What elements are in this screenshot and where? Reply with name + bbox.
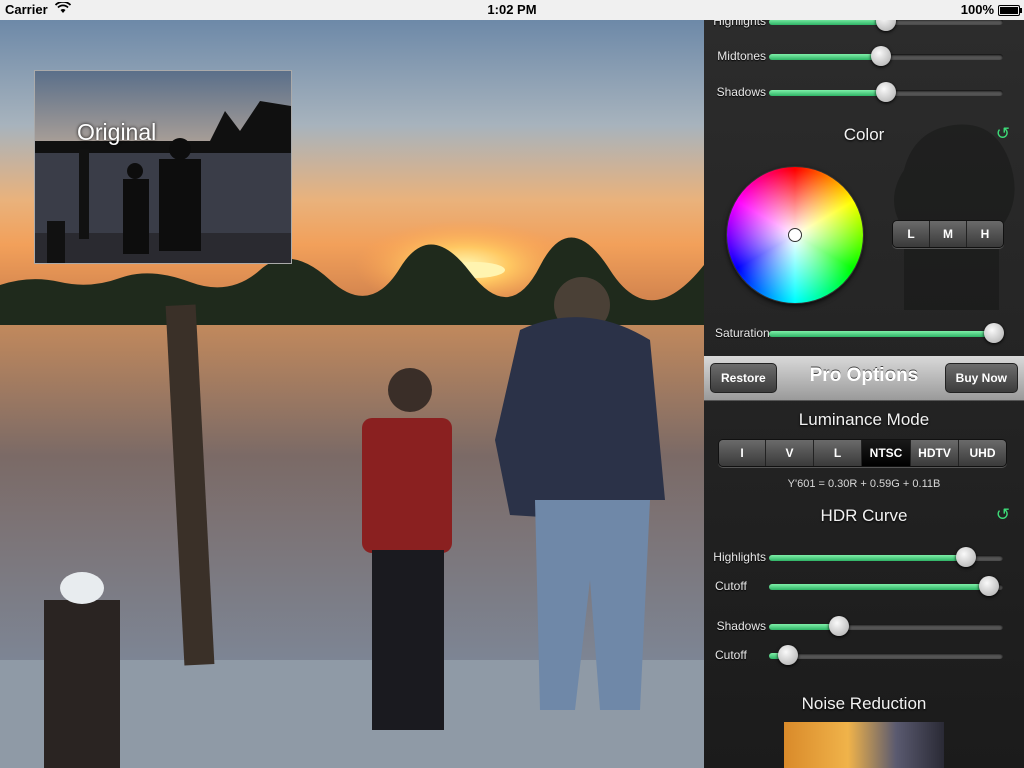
original-thumbnail[interactable]: Original: [34, 70, 292, 264]
segment-uhd[interactable]: UHD: [959, 440, 1006, 466]
segment-m[interactable]: M: [930, 221, 967, 247]
slider-track[interactable]: [769, 645, 1003, 665]
segment-ntsc[interactable]: NTSC: [862, 440, 911, 466]
hdr-highlights-cutoff-slider[interactable]: Cutoff: [704, 575, 1024, 599]
color-wheel-knob[interactable]: [788, 228, 802, 242]
slider-knob[interactable]: [777, 645, 798, 665]
adjustments-panel: Highlights Midtones Shadows Color ↺ L M …: [704, 20, 1024, 768]
luminance-mode-control[interactable]: I V L NTSC HDTV UHD: [718, 439, 1007, 467]
slider-knob[interactable]: [978, 576, 999, 596]
buy-now-button[interactable]: Buy Now: [944, 363, 1018, 393]
pro-options-bar: Restore Pro Options Buy Now: [704, 356, 1024, 400]
segment-hdtv[interactable]: HDTV: [911, 440, 959, 466]
clock: 1:02 PM: [487, 2, 537, 17]
slider-label: Midtones: [717, 49, 766, 63]
slider-track[interactable]: [769, 20, 1003, 31]
slider-knob[interactable]: [876, 20, 896, 31]
battery-percent: 100%: [960, 2, 994, 17]
slider-label: Cutoff: [715, 579, 747, 593]
tone-slider-highlights[interactable]: Highlights: [704, 20, 1024, 34]
segment-i[interactable]: I: [719, 440, 766, 466]
noise-reduction-preview[interactable]: [784, 722, 944, 768]
slider-track[interactable]: [769, 576, 1003, 596]
slider-label: Shadows: [716, 619, 766, 633]
segment-l[interactable]: L: [814, 440, 862, 466]
hdr-reset-icon[interactable]: ↺: [996, 505, 1010, 525]
slider-knob[interactable]: [829, 616, 850, 636]
battery-icon: [998, 5, 1022, 16]
noise-reduction-title: Noise Reduction: [801, 694, 927, 713]
tone-slider-midtones[interactable]: Midtones: [704, 45, 1024, 69]
slider-track[interactable]: [769, 82, 1003, 102]
slider-knob[interactable]: [983, 323, 1004, 343]
slider-label: Saturation: [715, 326, 770, 340]
segment-h[interactable]: H: [967, 221, 1003, 247]
hdr-shadows-slider[interactable]: Shadows: [704, 615, 1024, 639]
slider-label: Highlights: [713, 20, 766, 28]
slider-knob[interactable]: [876, 82, 896, 102]
color-section-title: Color: [843, 125, 885, 144]
slider-track[interactable]: [769, 46, 1003, 66]
slider-label: Shadows: [716, 85, 766, 99]
slider-label: Highlights: [713, 550, 766, 564]
tone-slider-shadows[interactable]: Shadows: [704, 81, 1024, 105]
color-reset-icon[interactable]: ↺: [996, 124, 1010, 144]
slider-label: Cutoff: [715, 648, 747, 662]
original-thumbnail-image: [35, 71, 291, 263]
saturation-slider[interactable]: Saturation: [704, 322, 1024, 346]
segment-l[interactable]: L: [893, 221, 930, 247]
slider-track[interactable]: [769, 323, 1004, 343]
hdr-shadows-cutoff-slider[interactable]: Cutoff: [704, 644, 1024, 668]
status-bar: Carrier 1:02 PM 100%: [0, 0, 1024, 20]
slider-track[interactable]: [769, 616, 1003, 636]
slider-track[interactable]: [769, 547, 1003, 567]
photo-canvas[interactable]: Original: [0, 20, 704, 768]
original-label: Original: [77, 119, 157, 145]
luminance-formula: Y'601 = 0.30R + 0.59G + 0.11B: [787, 478, 941, 490]
lmh-segmented-control[interactable]: L M H: [892, 220, 1004, 248]
hdr-curve-title: HDR Curve: [820, 506, 908, 525]
slider-knob[interactable]: [955, 547, 976, 567]
slider-knob[interactable]: [871, 46, 892, 66]
luminance-mode-title: Luminance Mode: [798, 410, 930, 429]
hdr-highlights-slider[interactable]: Highlights: [704, 546, 1024, 570]
segment-v[interactable]: V: [766, 440, 814, 466]
